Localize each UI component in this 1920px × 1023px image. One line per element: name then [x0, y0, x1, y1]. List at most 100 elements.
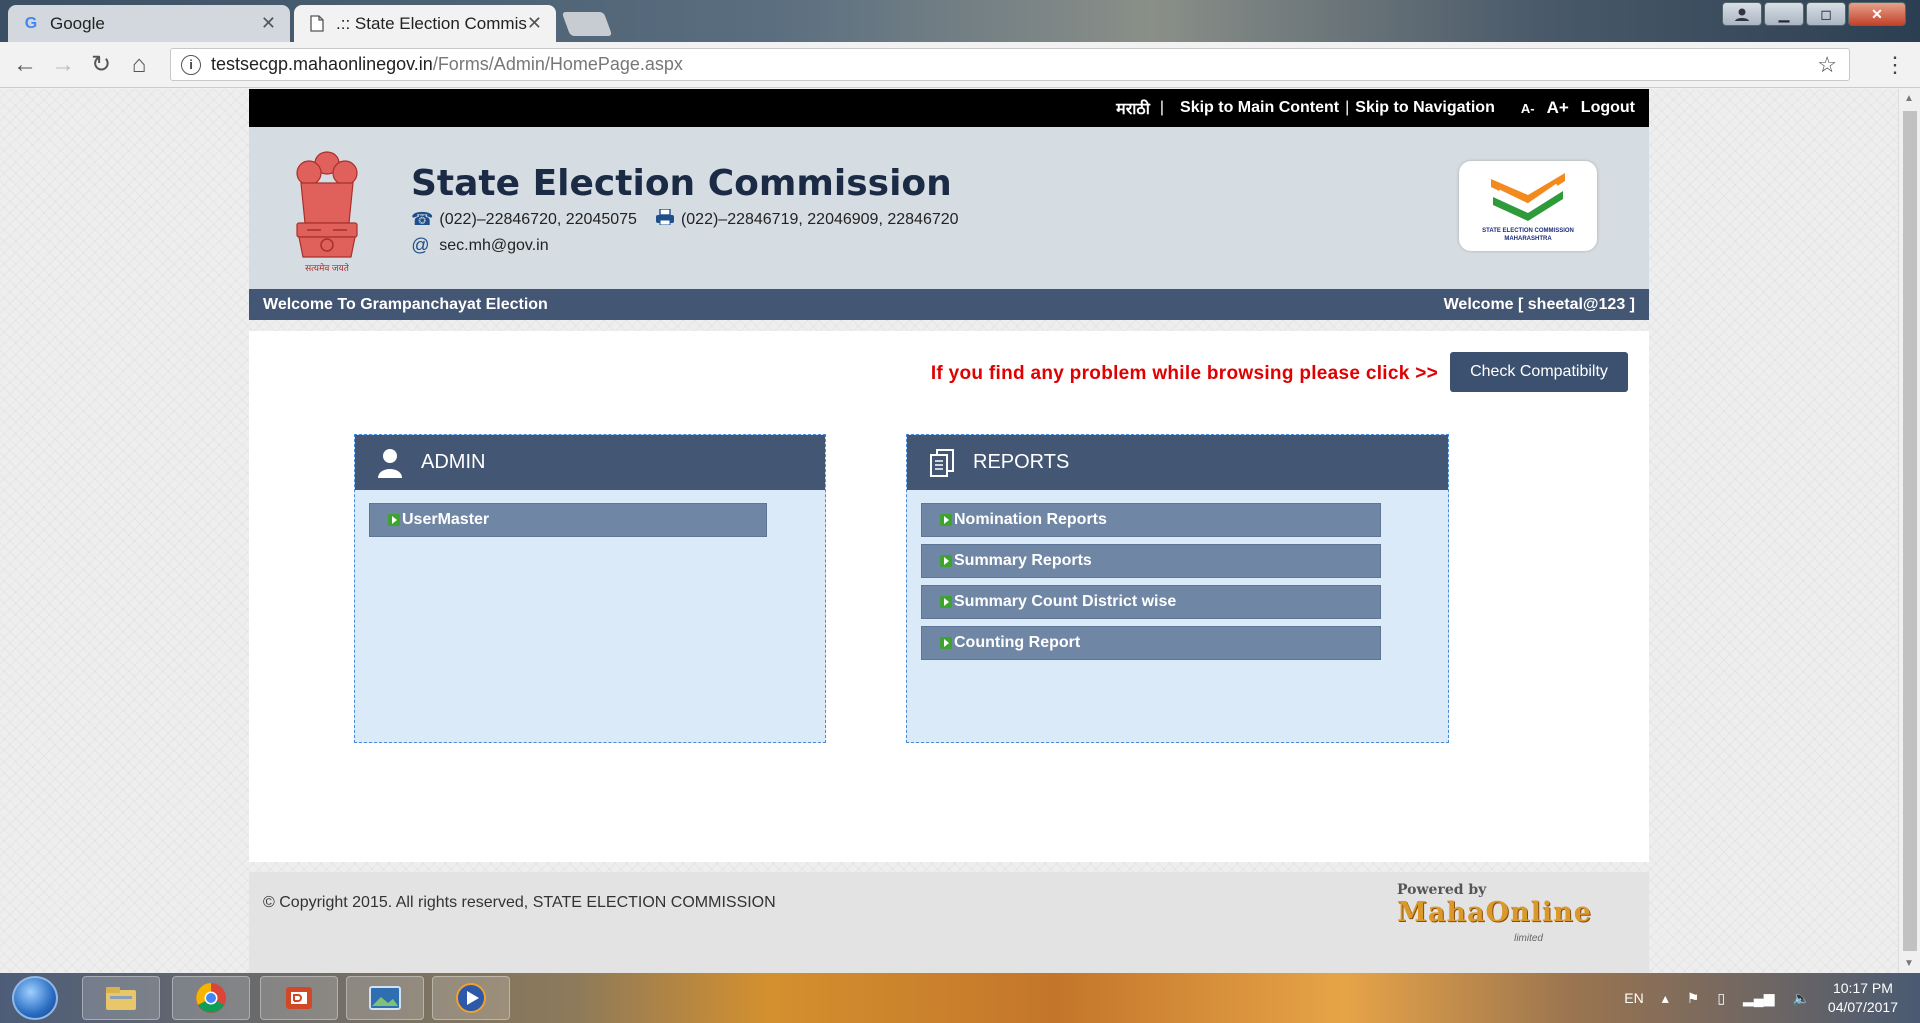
menu-item-label: Counting Report: [954, 634, 1081, 651]
email-address[interactable]: sec.mh@gov.in: [439, 237, 548, 255]
menu-icon[interactable]: ⋮: [1884, 52, 1906, 78]
at-icon: @: [411, 235, 430, 255]
scrollbar-thumb[interactable]: [1903, 111, 1917, 951]
powered-by-label: Powered by: [1397, 882, 1487, 898]
menu-item-label: Summary Count District wise: [954, 593, 1177, 610]
url-path: /Forms/Admin/HomePage.aspx: [432, 54, 683, 74]
reports-menu: Nomination Reports Summary Reports Summa…: [907, 490, 1448, 660]
logo-text-line2: MAHARASHTRA: [1504, 236, 1552, 242]
powerpoint-icon[interactable]: [260, 976, 338, 1020]
fax-icon: [655, 208, 675, 230]
admin-panel-title: ADMIN: [421, 451, 486, 473]
phone-numbers: (022)–22846720, 22045075: [439, 210, 637, 228]
action-center-flag-icon[interactable]: ⚑: [1687, 990, 1700, 1007]
system-tray: EN ▴ ⚑ ▯ ▂▄▆ 🔈 10:17 PM 04/07/2017: [1624, 973, 1898, 1023]
arrow-bullet-icon: [940, 596, 952, 608]
home-icon[interactable]: ⌂: [120, 51, 158, 79]
arrow-bullet-icon: [388, 514, 400, 526]
vertical-scrollbar[interactable]: ▲ ▼: [1898, 89, 1920, 973]
site-footer: © Copyright 2015. All rights reserved, S…: [249, 872, 1649, 973]
menu-item-summary-reports[interactable]: Summary Reports: [921, 544, 1381, 578]
ashoka-emblem-icon: सत्यमेव जयते: [287, 145, 367, 275]
info-icon[interactable]: i: [181, 54, 201, 75]
browser-toolbar: ← → ↻ ⌂ i testsecgp.mahaonlinegov.in/For…: [0, 42, 1920, 88]
taskbar: EN ▴ ⚑ ▯ ▂▄▆ 🔈 10:17 PM 04/07/2017: [0, 973, 1920, 1023]
site-container: मराठी | Skip to Main Content | Skip to N…: [249, 89, 1649, 973]
scroll-down-icon[interactable]: ▼: [1904, 958, 1914, 969]
logout-link[interactable]: Logout: [1581, 99, 1635, 117]
reports-panel-header: REPORTS: [907, 435, 1448, 490]
arrow-bullet-icon: [940, 514, 952, 526]
site-header: सत्यमेव जयते State Election Commission ☎…: [249, 127, 1649, 289]
check-compatibility-button[interactable]: Check Compatibilty: [1450, 352, 1628, 392]
separator: |: [1345, 99, 1350, 116]
reload-icon[interactable]: ↻: [82, 50, 120, 79]
site-title: State Election Commission: [411, 163, 952, 204]
profile-icon[interactable]: [1722, 2, 1762, 26]
tab-title: .:: State Election Commiss: [336, 13, 527, 33]
device-icon[interactable]: ▯: [1717, 990, 1725, 1007]
menu-item-label: Nomination Reports: [954, 511, 1107, 528]
google-icon: G: [24, 14, 38, 32]
image-viewer-icon[interactable]: [346, 976, 424, 1020]
welcome-bar: Welcome To Grampanchayat Election Welcom…: [249, 289, 1649, 320]
fax-numbers: (022)–22846719, 22046909, 22846720: [680, 210, 959, 228]
reports-panel-title: REPORTS: [973, 451, 1070, 473]
arrow-bullet-icon: [940, 637, 952, 649]
close-window-button[interactable]: ✕: [1848, 2, 1906, 26]
scroll-up-icon[interactable]: ▲: [1904, 93, 1914, 104]
bookmark-star-icon[interactable]: ☆: [1817, 52, 1837, 78]
minimize-button[interactable]: ▁: [1764, 2, 1804, 26]
marathi-link[interactable]: मराठी: [1116, 97, 1150, 119]
accessibility-bar: मराठी | Skip to Main Content | Skip to N…: [249, 89, 1649, 127]
menu-item-nomination-reports[interactable]: Nomination Reports: [921, 503, 1381, 537]
menu-item-usermaster[interactable]: UserMaster: [369, 503, 767, 537]
documents-icon: [929, 448, 955, 477]
admin-panel: ADMIN UserMaster: [354, 434, 826, 743]
close-icon[interactable]: ✕: [261, 13, 276, 34]
phone-icon: ☎: [411, 209, 434, 229]
contact-line: ☎ (022)–22846720, 22045075 (022)–2284671…: [411, 208, 959, 230]
welcome-user: Welcome [ sheetal@123 ]: [1443, 295, 1635, 313]
maximize-button[interactable]: ◻: [1806, 2, 1846, 26]
arrow-bullet-icon: [940, 555, 952, 567]
font-decrease-button[interactable]: A-: [1521, 101, 1535, 116]
start-button[interactable]: [12, 976, 58, 1020]
language-indicator[interactable]: EN: [1624, 990, 1643, 1006]
email-line: @ sec.mh@gov.in: [411, 235, 549, 256]
menu-item-summary-count-district[interactable]: Summary Count District wise: [921, 585, 1381, 619]
media-player-icon[interactable]: [432, 976, 510, 1020]
url-host: testsecgp.mahaonlinegov.in: [211, 54, 433, 74]
sec-logo: STATE ELECTION COMMISSION MAHARASHTRA: [1459, 161, 1597, 251]
compatibility-notice: If you find any problem while browsing p…: [930, 363, 1438, 384]
tab-state-election[interactable]: .:: State Election Commiss ✕: [294, 5, 556, 42]
show-hidden-icons-icon[interactable]: ▴: [1662, 990, 1669, 1007]
volume-icon[interactable]: 🔈: [1792, 990, 1809, 1007]
separator: |: [1159, 99, 1165, 116]
menu-item-label: Summary Reports: [954, 552, 1092, 569]
network-signal-icon[interactable]: ▂▄▆: [1743, 990, 1774, 1007]
skip-nav-link[interactable]: Skip to Navigation: [1355, 99, 1495, 117]
new-tab-button[interactable]: [561, 12, 613, 36]
chrome-icon[interactable]: [172, 976, 250, 1020]
tab-title: Google: [50, 13, 105, 33]
copyright-text: © Copyright 2015. All rights reserved, S…: [263, 894, 776, 911]
file-explorer-icon[interactable]: [82, 976, 160, 1020]
menu-item-counting-report[interactable]: Counting Report: [921, 626, 1381, 660]
forward-icon[interactable]: →: [44, 51, 82, 79]
sec-logo-mark-icon: [1491, 173, 1565, 221]
skip-main-link[interactable]: Skip to Main Content: [1180, 99, 1339, 117]
user-icon: [377, 448, 403, 478]
page-icon: [308, 15, 326, 33]
menu-item-label: UserMaster: [402, 511, 490, 528]
main-content: If you find any problem while browsing p…: [249, 331, 1649, 862]
clock[interactable]: 10:17 PM 04/07/2017: [1828, 979, 1898, 1017]
mahaonline-logo: Powered by MahaOnline limited: [1397, 882, 1591, 944]
tab-google[interactable]: G Google ✕: [8, 5, 290, 42]
window-controls: ▁ ◻ ✕: [1722, 2, 1906, 26]
welcome-election: Welcome To Grampanchayat Election: [263, 295, 548, 313]
close-icon[interactable]: ✕: [527, 13, 542, 34]
font-increase-button[interactable]: A+: [1547, 98, 1569, 118]
back-icon[interactable]: ←: [6, 51, 44, 79]
address-bar[interactable]: i testsecgp.mahaonlinegov.in/Forms/Admin…: [170, 48, 1850, 81]
